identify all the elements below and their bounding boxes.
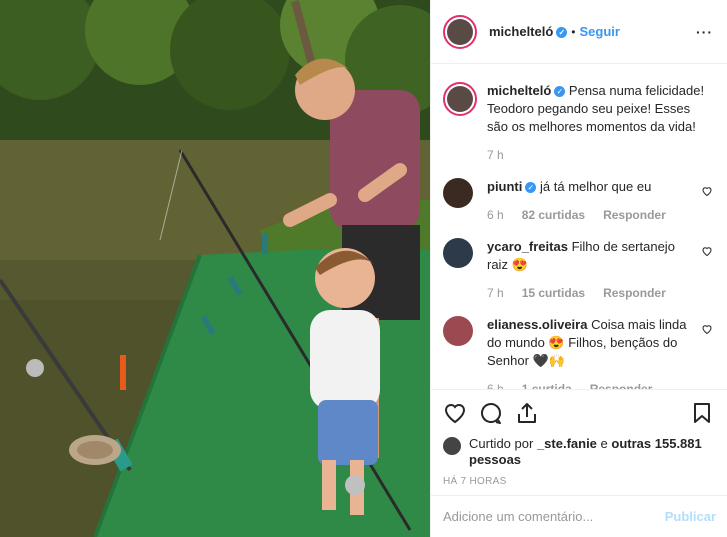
reply-button[interactable]: Responder <box>590 380 653 389</box>
share-icon[interactable] <box>515 401 539 425</box>
comment-likes[interactable]: 15 curtidas <box>522 284 585 302</box>
comment-username[interactable]: ycaro_freitas <box>487 239 568 254</box>
post-timestamp[interactable]: HÁ 7 HORAS <box>443 476 714 487</box>
header-username-text[interactable]: michelteló <box>489 24 553 39</box>
caption-avatar-ring[interactable] <box>443 82 477 116</box>
follow-button[interactable]: Seguir <box>580 24 620 39</box>
likes-summary: Curtido por _ste.fanie e outras 155.881 … <box>443 436 714 468</box>
list-item: ycaro_freitas Filho de sertanejo raiz 😍 … <box>443 238 713 302</box>
heart-icon[interactable] <box>701 323 713 335</box>
comment-likes[interactable]: 82 curtidas <box>522 206 585 224</box>
caption-username[interactable]: michelteló <box>487 83 551 98</box>
post-panel: michelteló ✓ • Seguir ··· michelteló ✓ Pen… <box>430 0 727 537</box>
caption-time: 7 h <box>487 148 504 162</box>
comment-username[interactable]: piunti <box>487 179 522 194</box>
like-heart-icon[interactable] <box>443 401 467 425</box>
verified-icon: ✓ <box>554 86 566 98</box>
caption: michelteló ✓ Pensa numa felicidade! Teodo… <box>443 82 713 164</box>
post-actions: Curtido por _ste.fanie e outras 155.881 … <box>431 389 727 487</box>
header-avatar-ring[interactable] <box>443 14 477 49</box>
comment-bubble-icon[interactable] <box>479 401 503 425</box>
avatar[interactable] <box>443 316 473 346</box>
bookmark-icon[interactable] <box>690 401 714 425</box>
post-header: michelteló ✓ • Seguir ··· <box>431 0 727 64</box>
list-item: elianess.oliveira Coisa mais linda do mu… <box>443 316 713 389</box>
comment-time: 6 h <box>487 208 504 222</box>
avatar[interactable] <box>443 437 461 455</box>
comment-likes[interactable]: 1 curtida <box>522 380 572 389</box>
comment-time: 6 h <box>487 382 504 389</box>
likes-user[interactable]: _ste.fanie <box>537 436 597 451</box>
photo-image <box>0 0 430 537</box>
avatar <box>447 86 473 112</box>
reply-button[interactable]: Responder <box>603 206 666 224</box>
likes-middle: e <box>600 436 608 451</box>
avatar[interactable] <box>443 178 473 208</box>
add-comment-bar: Publicar <box>431 495 727 537</box>
likes-prefix: Curtido por <box>469 436 534 451</box>
avatar[interactable] <box>443 238 473 268</box>
heart-icon[interactable] <box>701 245 713 257</box>
verified-icon: ✓ <box>525 182 537 194</box>
comment-input[interactable] <box>443 509 665 524</box>
post-photo[interactable] <box>0 0 430 537</box>
avatar <box>447 18 473 45</box>
separator-dot: • <box>571 24 576 39</box>
comments-list[interactable]: michelteló ✓ Pensa numa felicidade! Teodo… <box>431 64 727 389</box>
comment-text: já tá melhor que eu <box>540 179 652 194</box>
more-options-icon[interactable]: ··· <box>696 24 713 40</box>
verified-icon: ✓ <box>556 27 568 39</box>
comment-time: 7 h <box>487 286 504 300</box>
list-item: piunti ✓ já tá melhor que eu 6 h 82 curti… <box>443 178 713 224</box>
publish-button[interactable]: Publicar <box>665 509 716 524</box>
reply-button[interactable]: Responder <box>603 284 666 302</box>
header-username[interactable]: michelteló ✓ <box>489 24 568 39</box>
comment-username[interactable]: elianess.oliveira <box>487 317 587 332</box>
heart-icon[interactable] <box>701 185 713 197</box>
